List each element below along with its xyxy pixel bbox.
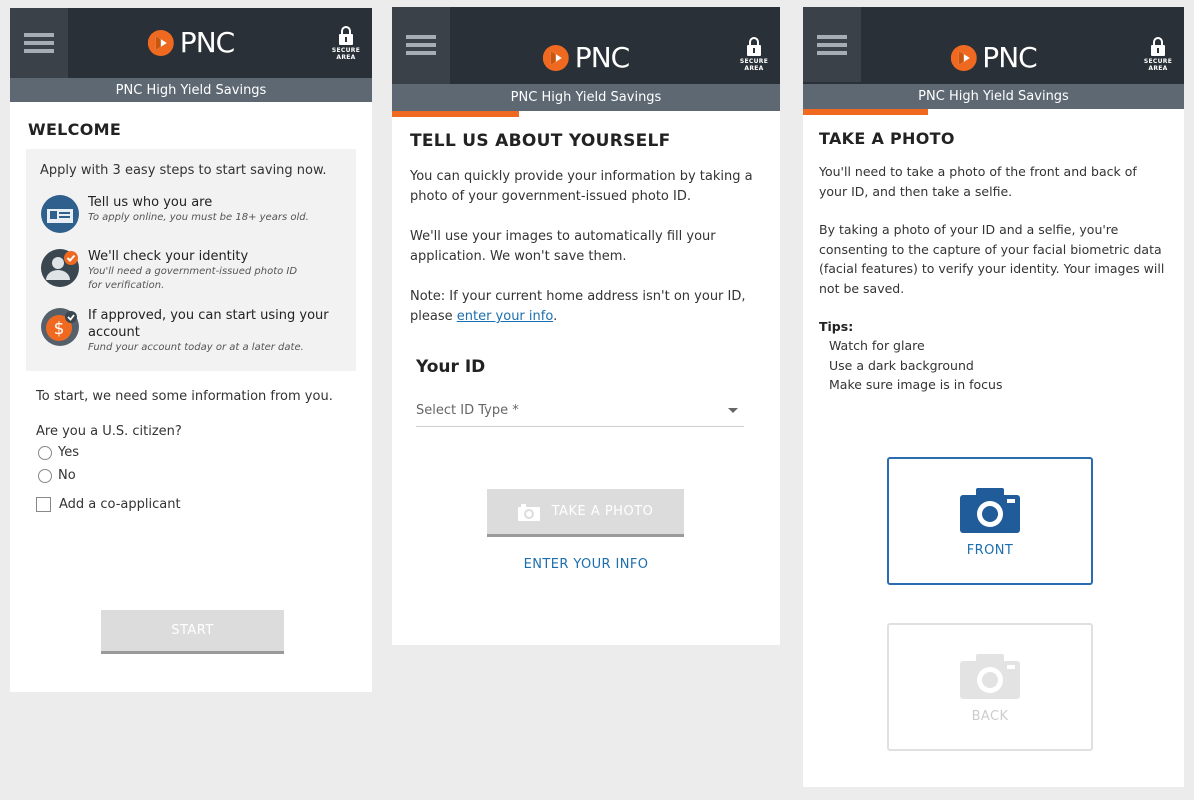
autofill-paragraph: We'll use your images to automatically f… — [410, 229, 716, 264]
citizen-question: Are you a U.S. citizen? — [36, 424, 182, 439]
step-title: If approved, you can start using your acc… — [88, 308, 329, 340]
product-name: PNC High Yield Savings — [510, 90, 662, 105]
capture-front-button[interactable]: FRONT — [887, 457, 1093, 585]
top-bar: PNC SECURE AREA — [10, 8, 372, 78]
step-subtitle: To apply online, you must be 18+ years o… — [88, 212, 309, 223]
step-title: Tell us who you are — [88, 195, 213, 210]
brand-text: PNC — [982, 41, 1037, 74]
top-bar: PNC SECURE AREA — [392, 7, 780, 84]
back-label: BACK — [971, 708, 1009, 724]
product-name: PNC High Yield Savings — [918, 89, 1069, 104]
product-bar: PNC High Yield Savings — [392, 84, 780, 111]
instructions-paragraph: You'll need to take a photo of the front… — [819, 164, 1137, 199]
page-title: WELCOME — [28, 120, 122, 139]
secure-label: SECURE — [331, 47, 361, 54]
menu-button[interactable] — [392, 7, 450, 84]
photo-screen: PNC SECURE AREA PNC High Yield Savings TA… — [803, 7, 1184, 787]
lock-icon — [1151, 37, 1165, 56]
product-bar: PNC High Yield Savings — [803, 84, 1184, 109]
step-subtitle: Fund your account today or at a later da… — [88, 342, 304, 353]
intro-paragraph: You can quickly provide your information… — [410, 169, 753, 204]
radio-yes-label: Yes — [58, 445, 79, 460]
capture-back-button[interactable]: BACK — [887, 623, 1093, 751]
product-bar: PNC High Yield Savings — [10, 78, 372, 102]
secure-label: SECURE — [739, 58, 769, 65]
step-item: We'll check your identity You'll need a … — [40, 248, 344, 293]
menu-button[interactable] — [803, 7, 861, 82]
pnc-logo-icon — [542, 44, 569, 71]
step-title: We'll check your identity — [88, 249, 249, 264]
consent-paragraph: By taking a photo of your ID and a selfi… — [819, 222, 1165, 296]
user-check-icon — [41, 249, 79, 287]
camera-icon — [517, 503, 540, 521]
chevron-down-icon — [728, 408, 738, 413]
secure-area: SECURE AREA — [736, 37, 772, 72]
svg-text:$: $ — [54, 319, 65, 339]
step-item: $ If approved, you can start using your a… — [40, 307, 344, 355]
welcome-screen: PNC SECURE AREA PNC High Yield Savings WE… — [10, 8, 372, 692]
id-type-select[interactable]: Select ID Type * — [416, 395, 744, 427]
dollar-coin-icon: $ — [41, 308, 79, 346]
brand-text: PNC — [179, 26, 235, 59]
camera-icon — [960, 653, 1020, 699]
progress-bar — [392, 111, 780, 117]
tips-heading: Tips: — [819, 319, 854, 334]
top-bar: PNC SECURE AREA — [803, 7, 1184, 84]
checkbox-box[interactable] — [36, 497, 51, 512]
page-title: TAKE A PHOTO — [819, 129, 955, 148]
note-paragraph: Note: If your current home address isn't… — [410, 289, 746, 324]
coapplicant-checkbox[interactable]: Add a co-applicant — [36, 497, 348, 512]
camera-icon — [960, 487, 1020, 533]
id-type-placeholder: Select ID Type * — [416, 403, 519, 418]
take-photo-label: TAKE A PHOTO — [551, 504, 654, 519]
radio-no-label: No — [58, 468, 76, 483]
pnc-logo: PNC — [950, 41, 1038, 74]
radio-no[interactable]: No — [36, 468, 348, 483]
area-label: AREA — [336, 54, 356, 61]
area-label: AREA — [1148, 65, 1168, 72]
steps-box: Apply with 3 easy steps to start saving … — [26, 149, 356, 371]
secure-label: SECURE — [1143, 58, 1173, 65]
progress-bar — [803, 109, 1184, 115]
radio-yes[interactable]: Yes — [36, 445, 348, 460]
enter-info-link[interactable]: ENTER YOUR INFO — [392, 557, 780, 572]
secure-area: SECURE AREA — [328, 26, 364, 61]
radio-circle[interactable] — [38, 468, 52, 483]
front-label: FRONT — [966, 542, 1014, 558]
info-line: To start, we need some information from … — [36, 389, 333, 404]
menu-button[interactable] — [10, 8, 68, 78]
progress-bar — [10, 102, 372, 108]
step-subtitle: You'll need a government-issued photo ID… — [88, 266, 298, 291]
area-label: AREA — [744, 65, 764, 72]
lock-icon — [339, 26, 353, 45]
tip-item: Make sure image is in focus — [829, 377, 1003, 392]
brand-text: PNC — [574, 41, 630, 74]
enter-info-inline-link[interactable]: enter your info — [457, 309, 553, 324]
id-card-icon — [41, 195, 79, 233]
pnc-logo-icon — [147, 29, 174, 56]
product-name: PNC High Yield Savings — [115, 82, 267, 98]
start-button[interactable]: START — [101, 610, 284, 654]
steps-intro: Apply with 3 easy steps to start saving … — [40, 163, 327, 178]
secure-area: SECURE AREA — [1140, 37, 1176, 72]
tip-item: Use a dark background — [829, 357, 974, 373]
your-id-heading: Your ID — [416, 357, 486, 377]
coapplicant-label: Add a co-applicant — [59, 497, 181, 512]
step-item: Tell us who you are To apply online, you… — [40, 194, 344, 234]
about-screen: PNC SECURE AREA PNC High Yield Savings TE… — [392, 7, 780, 645]
pnc-logo-icon — [950, 44, 977, 71]
pnc-logo: PNC — [542, 41, 630, 74]
pnc-logo: PNC — [147, 26, 235, 59]
take-photo-button[interactable]: TAKE A PHOTO — [487, 489, 684, 537]
radio-circle[interactable] — [38, 445, 52, 460]
lock-icon — [747, 37, 761, 56]
page-title: TELL US ABOUT YOURSELF — [410, 131, 671, 151]
tip-item: Watch for glare — [829, 338, 925, 353]
